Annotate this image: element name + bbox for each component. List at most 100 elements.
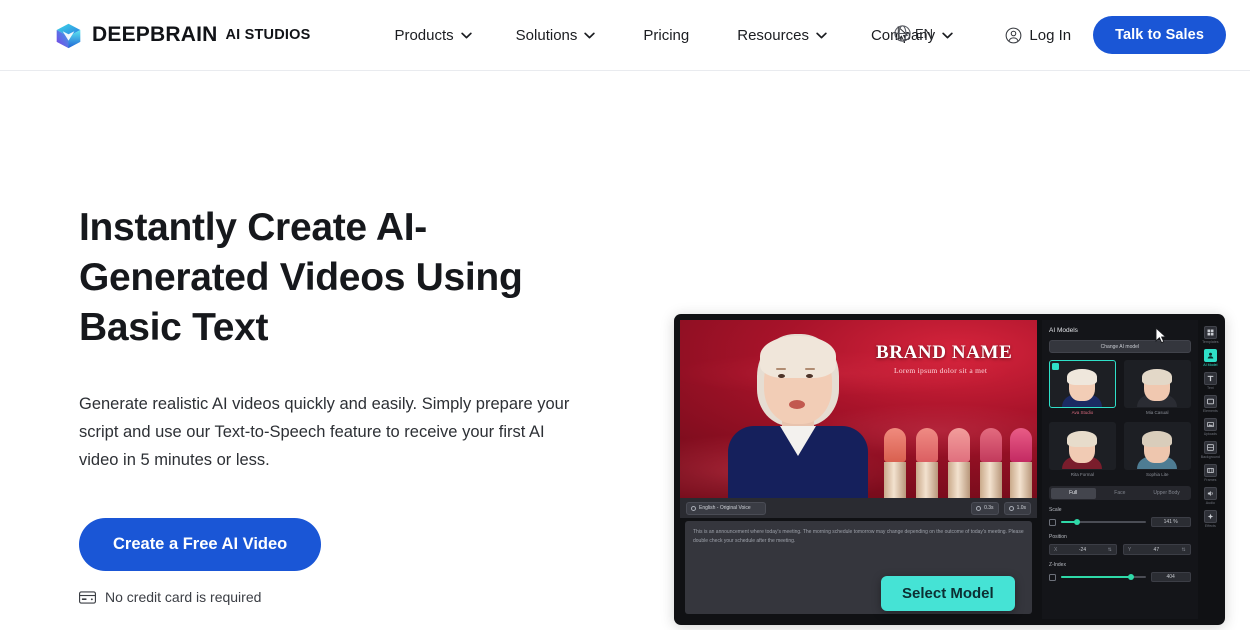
voice-icon [691, 505, 696, 511]
slider-knob[interactable] [1127, 574, 1134, 580]
zindex-label: Z-Index [1049, 562, 1066, 568]
user-circle-icon [1006, 27, 1022, 43]
product-lipstick [948, 428, 970, 498]
slider-knob[interactable] [1073, 519, 1080, 525]
avatar-brow-left [776, 368, 786, 370]
product-lipstick [884, 428, 906, 498]
stepper-icon[interactable]: ⇅ [1108, 547, 1112, 553]
position-property: Position X -24 ⇅ Y 47 ⇅ [1049, 534, 1191, 555]
nav-item-pricing[interactable]: Pricing [617, 19, 715, 52]
lipstick-tip [1010, 428, 1032, 462]
scale-row: 141 % [1049, 517, 1191, 527]
text-icon [1207, 375, 1214, 382]
rail-item-elements[interactable]: Elements [1200, 395, 1220, 413]
model-label: Mia Casual [1145, 410, 1169, 415]
rail-icon-box [1203, 441, 1217, 454]
lipstick-tip [916, 428, 938, 462]
create-free-ai-video-button[interactable]: Create a Free AI Video [79, 518, 322, 571]
lock-icon[interactable] [1049, 573, 1057, 581]
rail-item-uploads[interactable]: Uploads [1200, 418, 1220, 436]
brand-logo[interactable]: DEEPBRAIN AI STUDIOS [55, 22, 310, 49]
rail-icon-box [1203, 464, 1217, 477]
panel-title: AI Models [1049, 327, 1078, 334]
scale-slider[interactable] [1061, 518, 1146, 526]
rail-item-ai-model[interactable]: AI Model [1200, 349, 1220, 367]
select-model-callout[interactable]: Select Model [881, 576, 1015, 611]
header-actions: Log In Talk to Sales [1005, 16, 1226, 54]
position-y-axis: Y [1127, 546, 1132, 553]
rail-icon-box [1203, 395, 1217, 408]
model-hair [1142, 431, 1173, 447]
scale-property: Scale 141 % [1049, 507, 1191, 527]
tool-rail: Templates AI Model Text Elements Uploads… [1199, 320, 1221, 619]
rail-label: Frames [1204, 478, 1217, 482]
model-card[interactable]: Sophia Lite [1123, 422, 1191, 477]
scale-value[interactable]: 141 % [1150, 517, 1191, 527]
lipstick-base [1010, 462, 1032, 498]
nav-item-solutions[interactable]: Solutions [494, 19, 618, 52]
tab-face[interactable]: Face [1097, 488, 1142, 499]
tab-upper-body[interactable]: Upper Body [1144, 488, 1189, 499]
lock-icon[interactable] [1049, 518, 1057, 526]
nav-item-resources[interactable]: Resources [715, 19, 849, 52]
duration-chip[interactable]: 0.3s [971, 501, 999, 515]
duration-label: 0.3s [984, 505, 994, 511]
position-y-value: 47 [1153, 546, 1160, 553]
position-x-axis: X [1054, 546, 1058, 553]
ai-studios-editor-mockup: BRAND NAME Lorem ipsum dolor sit a met E… [674, 314, 1225, 625]
templates-icon [1207, 329, 1214, 336]
rail-label: Audio [1205, 501, 1215, 505]
rail-item-text[interactable]: Text [1200, 372, 1220, 390]
stepper-icon[interactable]: ⇅ [1181, 547, 1185, 553]
page-title: Instantly Create AI-Generated Videos Usi… [79, 206, 523, 349]
model-thumbnail [1049, 360, 1116, 408]
model-card[interactable]: Mia Casual [1123, 360, 1191, 415]
rail-icon-box [1203, 418, 1217, 431]
rail-label: AI Model [1203, 363, 1218, 367]
nav-label: Pricing [643, 26, 690, 44]
timer-icon [1008, 505, 1014, 511]
zindex-slider[interactable] [1061, 573, 1146, 581]
zindex-row: 404 [1049, 572, 1191, 582]
elements-icon [1206, 398, 1214, 405]
model-card[interactable]: Rita Formal [1049, 422, 1116, 477]
language-code: EN [915, 26, 934, 41]
position-x-field[interactable]: X -24 ⇅ [1049, 544, 1117, 555]
no-credit-card-note: No credit card is required [79, 589, 624, 605]
video-canvas[interactable]: BRAND NAME Lorem ipsum dolor sit a met [680, 320, 1038, 498]
model-card[interactable]: Ava Studio [1049, 360, 1116, 415]
position-row: X -24 ⇅ Y 47 ⇅ [1049, 544, 1191, 555]
tab-full[interactable]: Full [1050, 487, 1096, 499]
frames-icon [1206, 468, 1214, 473]
rail-item-templates[interactable]: Templates [1200, 326, 1220, 344]
zindex-value[interactable]: 404 [1150, 572, 1191, 582]
chevron-down-icon [460, 32, 472, 38]
voice-label: English - Original Voice [699, 505, 751, 511]
lipstick-tip [948, 428, 970, 462]
rail-icon-box [1203, 372, 1217, 385]
hero-section: Instantly Create AI-Generated Videos Usi… [0, 71, 1250, 625]
position-y-field[interactable]: Y 47 ⇅ [1122, 544, 1191, 555]
model-thumbnail [1049, 422, 1116, 470]
rail-item-frames[interactable]: Frames [1200, 464, 1220, 482]
uploads-icon [1206, 422, 1214, 427]
effects-icon [1207, 513, 1214, 520]
change-ai-model-button[interactable]: Change AI model [1049, 340, 1191, 353]
rail-icon-box [1203, 349, 1217, 362]
rail-item-effects[interactable]: Effects [1200, 510, 1220, 528]
length-chip[interactable]: 1.0s [1003, 501, 1032, 515]
selected-check-icon [1052, 363, 1060, 370]
chevron-down-icon [942, 32, 953, 38]
talk-to-sales-button[interactable]: Talk to Sales [1093, 16, 1226, 54]
model-hair [1142, 369, 1173, 385]
rail-icon-box [1203, 510, 1217, 523]
nav-item-products[interactable]: Products [372, 19, 493, 52]
lipstick-tip [980, 428, 1002, 462]
rail-item-background[interactable]: Background [1200, 441, 1220, 459]
language-selector[interactable]: EN [893, 24, 933, 43]
model-hair [1067, 369, 1098, 385]
rail-item-audio[interactable]: Audio [1200, 487, 1220, 505]
globe-icon [894, 25, 911, 42]
voice-language-chip[interactable]: English - Original Voice [686, 501, 766, 515]
login-button[interactable]: Log In [1005, 27, 1071, 44]
